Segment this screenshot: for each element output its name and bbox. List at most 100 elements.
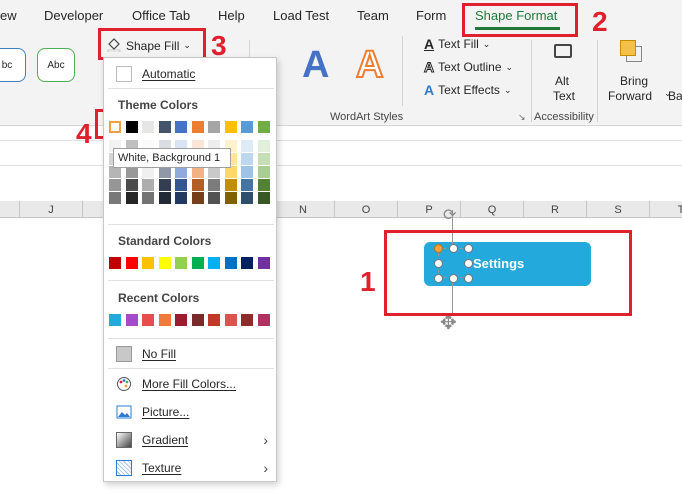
theme-shade-swatch[interactable] [224, 192, 237, 204]
theme-shade-swatch[interactable] [257, 140, 270, 152]
theme-shade-swatch[interactable] [191, 179, 204, 191]
recent-color-swatch[interactable] [224, 314, 237, 326]
menu-item-picture[interactable]: Picture... [104, 400, 276, 424]
theme-shade-swatch[interactable] [257, 166, 270, 178]
theme-shade-swatch[interactable] [125, 179, 138, 191]
tab-form[interactable]: Form [416, 8, 446, 23]
column-header-n[interactable]: N [272, 201, 335, 218]
theme-shade-swatch[interactable] [257, 179, 270, 191]
theme-color-swatch[interactable] [224, 121, 237, 133]
recent-color-swatch[interactable] [191, 314, 204, 326]
tab-office-tab[interactable]: Office Tab [132, 8, 190, 23]
alt-text-button[interactable]: Alt Text [540, 40, 586, 103]
more-fill-colors-label: More Fill Colors... [142, 377, 237, 391]
chevron-down-icon: ⌄ [482, 38, 491, 49]
shape-style-label: bc [1, 59, 13, 71]
text-outline-button[interactable]: A Text Outline ⌄ [423, 59, 513, 76]
standard-color-swatch[interactable] [208, 257, 220, 269]
bring-forward-button[interactable]: Bring Forward ⌄ [606, 38, 676, 104]
theme-shade-swatch[interactable] [109, 179, 121, 191]
menu-item-more-fill-colors[interactable]: More Fill Colors... [104, 372, 276, 396]
recent-color-swatch[interactable] [208, 314, 220, 326]
column-header[interactable] [0, 201, 20, 218]
standard-color-swatch[interactable] [257, 257, 270, 269]
menu-item-texture[interactable]: Texture › [104, 456, 276, 480]
wordart-style-blue[interactable]: A [302, 44, 329, 87]
theme-shade-swatch[interactable] [208, 179, 220, 191]
standard-color-swatch[interactable] [241, 257, 253, 269]
standard-color-swatch[interactable] [175, 257, 187, 269]
column-header-j[interactable]: J [20, 201, 83, 218]
theme-colors-header: Theme Colors [118, 98, 199, 112]
theme-color-swatch[interactable] [125, 121, 138, 133]
theme-shade-swatch[interactable] [241, 192, 253, 204]
theme-shade-swatch[interactable] [241, 179, 253, 191]
recent-color-swatch[interactable] [142, 314, 154, 326]
recent-color-swatch[interactable] [257, 314, 270, 326]
theme-color-swatch[interactable] [142, 121, 154, 133]
theme-color-swatch[interactable] [257, 121, 270, 133]
theme-shade-swatch[interactable] [109, 192, 121, 204]
column-header-o[interactable]: O [335, 201, 398, 218]
column-header-s[interactable]: S [587, 201, 650, 218]
menu-item-gradient[interactable]: Gradient › [104, 428, 276, 452]
theme-shade-swatch[interactable] [175, 192, 187, 204]
text-fill-button[interactable]: A Text Fill ⌄ [424, 36, 490, 52]
tab-developer[interactable]: Developer [44, 8, 103, 23]
send-backward-label-partial[interactable]: Ba [668, 89, 682, 103]
column-header-q[interactable]: Q [461, 201, 524, 218]
column-header-t[interactable]: T [650, 201, 682, 218]
text-outline-icon: A [423, 59, 435, 76]
standard-colors-header: Standard Colors [118, 234, 212, 248]
dialog-launcher-icon[interactable]: ↘ [518, 112, 526, 123]
theme-color-swatch[interactable] [241, 121, 253, 133]
column-header-r[interactable]: R [524, 201, 587, 218]
theme-shade-swatch[interactable] [241, 153, 253, 165]
recent-color-swatch[interactable] [125, 314, 138, 326]
standard-color-swatch[interactable] [142, 257, 154, 269]
tab-team[interactable]: Team [357, 8, 389, 23]
theme-shade-swatch[interactable] [241, 166, 253, 178]
standard-color-swatch[interactable] [224, 257, 237, 269]
theme-color-swatch[interactable] [208, 121, 220, 133]
recent-color-swatch[interactable] [109, 314, 121, 326]
standard-color-swatch[interactable] [125, 257, 138, 269]
theme-shade-swatch[interactable] [125, 192, 138, 204]
chevron-down-icon: ⌄ [503, 84, 512, 95]
picture-icon [116, 404, 132, 420]
standard-color-swatch[interactable] [109, 257, 121, 269]
rotate-handle-icon[interactable]: ⟳ [443, 205, 456, 225]
theme-shade-swatch[interactable] [175, 179, 187, 191]
theme-shade-swatch[interactable] [257, 192, 270, 204]
theme-shade-swatch[interactable] [191, 192, 204, 204]
tab-help[interactable]: Help [218, 8, 245, 23]
menu-item-automatic[interactable]: Automatic [104, 62, 276, 86]
tab-view[interactable]: ew [0, 8, 17, 23]
theme-shade-swatch[interactable] [142, 192, 154, 204]
recent-color-swatch[interactable] [241, 314, 253, 326]
standard-color-swatch[interactable] [158, 257, 171, 269]
theme-shade-swatch[interactable] [224, 179, 237, 191]
standard-color-swatch[interactable] [191, 257, 204, 269]
theme-shade-swatch[interactable] [257, 153, 270, 165]
shape-style-green[interactable]: Abc [37, 48, 75, 82]
accessibility-group-label: Accessibility [534, 111, 594, 123]
recent-color-swatch[interactable] [158, 314, 171, 326]
theme-color-swatch[interactable] [158, 121, 171, 133]
theme-color-swatch[interactable] [175, 121, 187, 133]
tab-load-test[interactable]: Load Test [273, 8, 329, 23]
theme-shade-swatch[interactable] [158, 179, 171, 191]
no-fill-icon [116, 346, 132, 362]
theme-shade-swatch[interactable] [142, 179, 154, 191]
shape-style-blue[interactable]: bc [0, 48, 26, 82]
recent-color-swatch[interactable] [175, 314, 187, 326]
theme-shade-swatch[interactable] [241, 140, 253, 152]
theme-color-swatch[interactable] [109, 121, 121, 133]
menu-item-no-fill[interactable]: No Fill [104, 342, 276, 366]
theme-shade-swatch[interactable] [158, 192, 171, 204]
theme-shade-swatch[interactable] [208, 192, 220, 204]
theme-color-swatch[interactable] [191, 121, 204, 133]
wordart-style-orange[interactable]: A [355, 43, 384, 87]
text-effects-button[interactable]: A Text Effects ⌄ [424, 82, 511, 98]
wordart-gallery-scroll[interactable] [402, 36, 416, 106]
